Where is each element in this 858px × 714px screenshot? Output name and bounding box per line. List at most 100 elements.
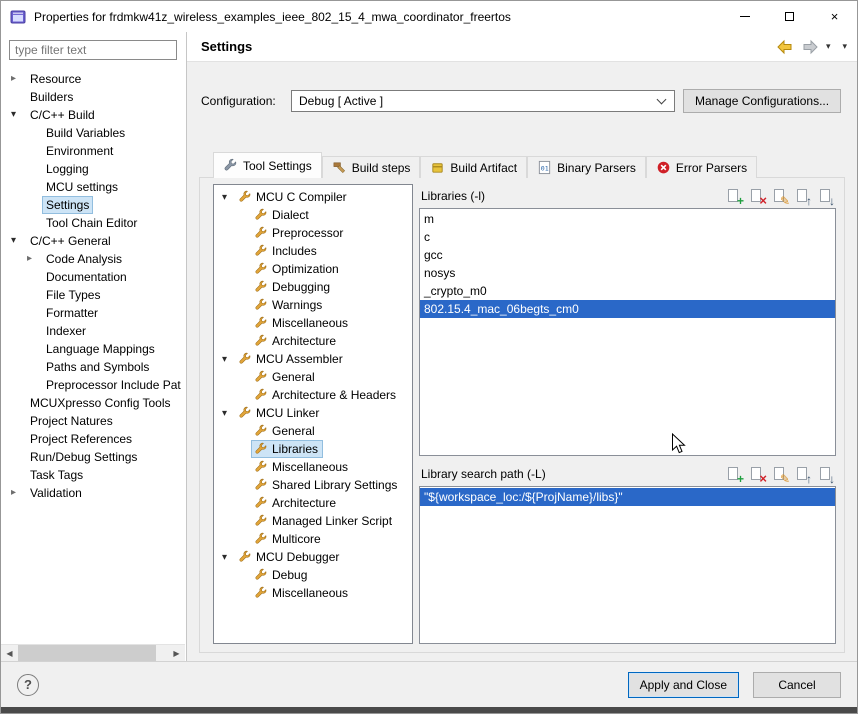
- close-button[interactable]: ×: [812, 1, 857, 32]
- sidebar-tree-item[interactable]: Environment: [1, 142, 186, 160]
- tool-tree-item[interactable]: Managed Linker Script: [214, 512, 412, 530]
- tool-tree-item[interactable]: Debug: [214, 566, 412, 584]
- tool-tree-item[interactable]: MCU Linker: [214, 404, 412, 422]
- sidebar-tree-item[interactable]: MCU settings: [1, 178, 186, 196]
- help-icon[interactable]: ?: [17, 673, 39, 696]
- expand-arrow-icon[interactable]: [11, 70, 27, 88]
- sidebar-tree-item[interactable]: Build Variables: [1, 124, 186, 142]
- expand-arrow-icon[interactable]: [27, 250, 43, 268]
- sidebar-tree-item[interactable]: Settings: [1, 196, 186, 214]
- tool-tree-item[interactable]: Architecture: [214, 332, 412, 350]
- sidebar-tree-item[interactable]: Run/Debug Settings: [1, 448, 186, 466]
- add-icon[interactable]: +: [726, 466, 744, 485]
- sidebar-tree-item[interactable]: Builders: [1, 88, 186, 106]
- sidebar-horizontal-scrollbar[interactable]: ◀ ▶: [1, 644, 185, 661]
- tab-tool-settings[interactable]: Tool Settings: [213, 152, 322, 178]
- sidebar-tree-item[interactable]: File Types: [1, 286, 186, 304]
- cancel-button[interactable]: Cancel: [753, 671, 841, 698]
- forward-button[interactable]: [800, 37, 822, 57]
- tool-tree-label: Optimization: [272, 262, 339, 276]
- tool-settings-panel: MCU C Compiler Dialect: [199, 177, 845, 653]
- back-button[interactable]: [774, 37, 796, 57]
- manage-configurations-button[interactable]: Manage Configurations...: [683, 89, 842, 113]
- maximize-button[interactable]: [767, 1, 812, 32]
- delete-icon[interactable]: ×: [749, 188, 767, 207]
- move-up-icon[interactable]: ↑: [795, 188, 812, 207]
- sidebar-tree-item[interactable]: Indexer: [1, 322, 186, 340]
- scroll-right-icon[interactable]: ▶: [168, 645, 185, 661]
- sidebar-item-label: Tool Chain Editor: [46, 216, 138, 230]
- search-path-list-item[interactable]: "${workspace_loc:/${ProjName}/libs}": [420, 488, 835, 506]
- forward-menu-caret-icon[interactable]: ▾: [826, 41, 831, 52]
- tool-tree-item[interactable]: Miscellaneous: [214, 584, 412, 602]
- apply-and-close-button[interactable]: Apply and Close: [627, 671, 739, 698]
- sidebar-tree-item[interactable]: Project Natures: [1, 412, 186, 430]
- sidebar-tree-item[interactable]: MCUXpresso Config Tools: [1, 394, 186, 412]
- library-list-item[interactable]: 802.15.4_mac_06begts_cm0: [420, 300, 835, 318]
- sidebar-tree-item[interactable]: Preprocessor Include Pat: [1, 376, 186, 394]
- library-list-item[interactable]: _crypto_m0: [420, 282, 835, 300]
- tool-tree-item[interactable]: Miscellaneous: [214, 458, 412, 476]
- tool-tree-item[interactable]: Architecture: [214, 494, 412, 512]
- tab-build-steps[interactable]: Build steps: [321, 156, 421, 178]
- expand-arrow-icon[interactable]: [11, 106, 27, 124]
- expand-arrow-icon[interactable]: [222, 192, 236, 203]
- sidebar-tree-item[interactable]: Code Analysis: [1, 250, 186, 268]
- edit-icon[interactable]: ✎: [772, 466, 790, 485]
- sidebar-tree-item[interactable]: Task Tags: [1, 466, 186, 484]
- sidebar-tree-item[interactable]: Resource: [1, 70, 186, 88]
- sidebar-tree-item[interactable]: Logging: [1, 160, 186, 178]
- tool-tree-item[interactable]: General: [214, 422, 412, 440]
- tool-tree-item[interactable]: Miscellaneous: [214, 314, 412, 332]
- tool-tree-item[interactable]: MCU Debugger: [214, 548, 412, 566]
- tool-tree-item[interactable]: Multicore: [214, 530, 412, 548]
- tool-tree-item[interactable]: Preprocessor: [214, 224, 412, 242]
- sidebar-tree-item[interactable]: Tool Chain Editor: [1, 214, 186, 232]
- move-up-icon[interactable]: ↑: [795, 466, 812, 485]
- move-down-icon[interactable]: ↓: [818, 188, 835, 207]
- tool-tree-item[interactable]: Debugging: [214, 278, 412, 296]
- tool-tree-item[interactable]: Shared Library Settings: [214, 476, 412, 494]
- sidebar-tree-item[interactable]: Formatter: [1, 304, 186, 322]
- sidebar-tree-item[interactable]: C/C++ Build: [1, 106, 186, 124]
- expand-arrow-icon[interactable]: [222, 552, 236, 563]
- expand-arrow-icon[interactable]: [222, 408, 236, 419]
- minimize-button[interactable]: [722, 1, 767, 32]
- library-list-item[interactable]: m: [420, 210, 835, 228]
- delete-icon[interactable]: ×: [749, 466, 767, 485]
- sidebar-tree-item[interactable]: Language Mappings: [1, 340, 186, 358]
- sidebar-tree-item[interactable]: Project References: [1, 430, 186, 448]
- add-icon[interactable]: +: [726, 188, 744, 207]
- tab-build-artifact[interactable]: Build Artifact: [420, 156, 528, 178]
- scroll-left-icon[interactable]: ◀: [1, 645, 18, 661]
- edit-icon[interactable]: ✎: [772, 188, 790, 207]
- library-list-item[interactable]: nosys: [420, 264, 835, 282]
- sidebar-tree-item[interactable]: Documentation: [1, 268, 186, 286]
- tool-tree-item[interactable]: Optimization: [214, 260, 412, 278]
- tool-tree-item[interactable]: Libraries: [214, 440, 412, 458]
- expand-arrow-icon[interactable]: [11, 232, 27, 250]
- scrollbar-thumb[interactable]: [18, 645, 156, 661]
- filter-input[interactable]: [9, 40, 177, 60]
- tool-tree-item[interactable]: General: [214, 368, 412, 386]
- tool-tree-item[interactable]: Architecture & Headers: [214, 386, 412, 404]
- sidebar-tree-item[interactable]: Paths and Symbols: [1, 358, 186, 376]
- tab-label: Error Parsers: [675, 160, 748, 175]
- sidebar-tree-item[interactable]: Validation: [1, 484, 186, 502]
- tab-binary-parsers[interactable]: 01 Binary Parsers: [527, 156, 646, 178]
- configuration-combo[interactable]: Debug [ Active ]: [291, 90, 675, 112]
- tool-tree-item[interactable]: Includes: [214, 242, 412, 260]
- tool-icon: [254, 298, 268, 312]
- library-list-item[interactable]: gcc: [420, 246, 835, 264]
- expand-arrow-icon[interactable]: [11, 484, 27, 502]
- tool-tree-item[interactable]: Dialect: [214, 206, 412, 224]
- tool-tree-item[interactable]: MCU C Compiler: [214, 188, 412, 206]
- view-menu-caret-icon[interactable]: ▾: [842, 41, 847, 52]
- tool-tree-item[interactable]: Warnings: [214, 296, 412, 314]
- tool-tree-item[interactable]: MCU Assembler: [214, 350, 412, 368]
- sidebar-tree-item[interactable]: C/C++ General: [1, 232, 186, 250]
- move-down-icon[interactable]: ↓: [818, 466, 835, 485]
- library-list-item[interactable]: c: [420, 228, 835, 246]
- expand-arrow-icon[interactable]: [222, 354, 236, 365]
- tab-error-parsers[interactable]: Error Parsers: [645, 156, 758, 178]
